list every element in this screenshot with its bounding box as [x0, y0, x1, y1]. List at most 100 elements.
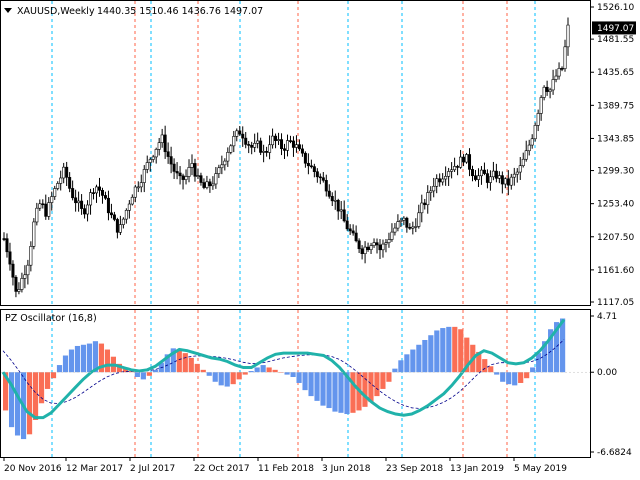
candle-bear	[74, 197, 78, 204]
histogram-bar	[284, 372, 290, 375]
price-tick-label: 1299.30	[597, 167, 634, 177]
price-tick-label: 1435.65	[597, 68, 634, 78]
chart-window[interactable]: 1526.10 1481.55 1435.65 1389.75 1343.85 1299.…	[0, 0, 640, 480]
histogram-bar	[338, 372, 344, 413]
candle-bear	[354, 232, 358, 242]
candle-bull	[139, 182, 143, 188]
candle-bull	[447, 171, 451, 177]
candle-bull	[187, 167, 191, 177]
candle-bear	[494, 170, 498, 179]
candle-bear	[297, 144, 301, 150]
histogram-bar	[182, 353, 188, 373]
candle-bear	[80, 200, 84, 209]
candle-bull	[59, 177, 63, 184]
candle-bull	[393, 227, 397, 233]
candle-bear	[462, 156, 466, 163]
candle-bear	[456, 166, 460, 168]
candle-bull	[465, 154, 469, 163]
candle-bull	[226, 152, 230, 162]
candle-bull	[533, 125, 537, 140]
candle-bear	[8, 251, 12, 265]
candle-bull	[542, 86, 546, 98]
chart-background	[0, 0, 640, 480]
candle-bear	[312, 166, 316, 172]
candle-bull	[497, 175, 501, 179]
candle-bull	[539, 97, 543, 114]
candle-bear	[342, 209, 346, 222]
time-tick-label: 11 Feb 2018	[258, 464, 314, 474]
candle-bear	[357, 240, 361, 250]
histogram-bar	[380, 372, 386, 389]
candle-bear	[199, 175, 203, 183]
histogram-bar	[404, 354, 410, 373]
candle-bear	[330, 196, 334, 202]
candle-bear	[471, 169, 475, 177]
candle-bear	[485, 173, 489, 183]
candle-bull	[223, 160, 227, 166]
candle-bull	[530, 138, 534, 146]
candle-bull	[23, 274, 27, 279]
candle-bull	[262, 151, 266, 153]
candle-bear	[351, 230, 355, 234]
histogram-bar	[218, 372, 224, 386]
histogram-bar	[260, 365, 266, 373]
histogram-bar	[104, 349, 111, 373]
candle-bear	[500, 175, 504, 185]
histogram-bar	[482, 359, 488, 373]
candle-bull	[196, 175, 200, 177]
price-tick-label: 1526.10	[597, 3, 634, 13]
candle-bull	[271, 135, 275, 146]
candle-bull	[369, 245, 373, 251]
histogram-bar	[332, 372, 338, 412]
candle-bull	[268, 144, 272, 153]
candle-bull	[235, 130, 239, 137]
candle-bear	[291, 140, 295, 148]
candle-bull	[277, 139, 281, 141]
histogram-bar	[512, 372, 518, 386]
candle-bull	[38, 203, 42, 209]
indicator-label: PZ Oscillator (16,8)	[5, 313, 97, 324]
histogram-bar	[26, 372, 33, 435]
histogram-bar	[560, 318, 566, 373]
time-tick-label: 13 Jan 2019	[450, 464, 504, 474]
candle-bear	[163, 134, 167, 153]
candle-bull	[503, 178, 507, 185]
histogram-bar	[428, 335, 434, 373]
histogram-bar	[320, 372, 326, 406]
candle-bull	[402, 217, 406, 221]
candle-bull	[142, 169, 146, 183]
histogram-bar	[386, 372, 392, 382]
candle-bear	[169, 156, 173, 165]
candle-bull	[160, 134, 164, 143]
price-tick-label: 1207.50	[597, 233, 634, 243]
candle-bull	[536, 113, 540, 126]
ohlc-values: 1440.35 1510.46 1436.76 1497.07	[97, 6, 263, 17]
candle-bear	[112, 214, 116, 220]
candle-bear	[345, 220, 349, 230]
candle-bear	[560, 68, 564, 70]
candle-bull	[136, 186, 140, 189]
histogram-bar	[302, 372, 308, 391]
candle-bull	[426, 192, 430, 206]
candle-bull	[214, 173, 218, 185]
candle-bull	[62, 166, 66, 179]
histogram-bar	[446, 326, 452, 373]
candle-bull	[232, 136, 236, 147]
candle-bear	[175, 171, 179, 174]
histogram-bar	[518, 372, 524, 383]
candle-bear	[378, 244, 382, 251]
candle-bull	[512, 173, 516, 178]
candle-bear	[172, 163, 176, 172]
candle-bull	[50, 196, 54, 203]
candle-bull	[411, 226, 415, 229]
histogram-bar	[236, 372, 242, 380]
candle-bull	[130, 196, 134, 205]
candle-bear	[166, 151, 170, 157]
candle-bear	[178, 172, 182, 177]
histogram-bar	[314, 372, 320, 401]
candle-bear	[193, 163, 197, 177]
candle-bull	[390, 231, 394, 240]
histogram-bar	[452, 326, 458, 373]
chart-canvas[interactable]: 1526.10 1481.55 1435.65 1389.75 1343.85 1299.…	[0, 0, 640, 480]
candle-bull	[121, 218, 125, 225]
